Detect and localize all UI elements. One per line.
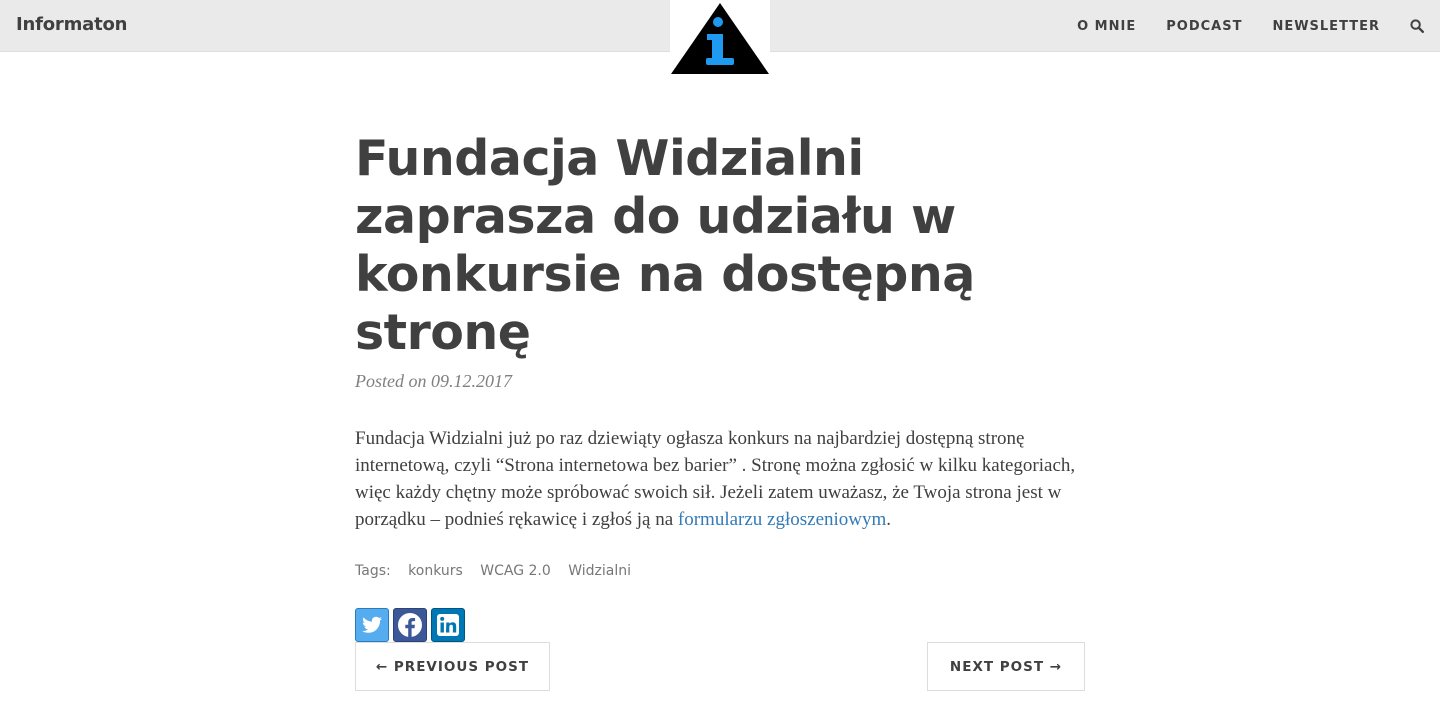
- main-nav: O MNIE PODCAST NEWSLETTER: [1047, 0, 1425, 52]
- tag-wcag[interactable]: WCAG 2.0: [480, 563, 551, 579]
- facebook-icon[interactable]: [393, 608, 427, 642]
- nav-item-o-mnie[interactable]: O MNIE: [1077, 19, 1136, 34]
- info-triangle-logo-icon: [671, 3, 769, 74]
- post-body-end: .: [886, 509, 892, 530]
- share-buttons: [355, 608, 1085, 642]
- search-icon[interactable]: [1410, 19, 1425, 34]
- linkedin-icon[interactable]: [431, 608, 465, 642]
- nav-item-podcast[interactable]: PODCAST: [1166, 19, 1242, 34]
- post-title: Fundacja Widzialni zaprasza do udziału w…: [355, 130, 975, 361]
- post-tags: Tags: konkurs WCAG 2.0 Widzialni: [355, 563, 1085, 579]
- tag-widzialni[interactable]: Widzialni: [568, 563, 631, 579]
- blog-post: Fundacja Widzialni zaprasza do udziału w…: [355, 130, 1085, 642]
- post-pager: ← PREVIOUS POST NEXT POST →: [355, 642, 1085, 691]
- post-date: Posted on 09.12.2017: [355, 371, 512, 391]
- form-link[interactable]: formularzu zgłoszeniowym: [678, 509, 886, 530]
- nav-item-newsletter[interactable]: NEWSLETTER: [1272, 19, 1380, 34]
- tag-konkurs[interactable]: konkurs: [408, 563, 463, 579]
- post-body: Fundacja Widzialni już po raz dziewiąty …: [355, 425, 1085, 533]
- site-logo[interactable]: [670, 0, 770, 76]
- twitter-icon[interactable]: [355, 608, 389, 642]
- previous-post-button[interactable]: ← PREVIOUS POST: [355, 642, 550, 691]
- tags-label: Tags:: [355, 563, 391, 579]
- brand-link[interactable]: Informaton: [16, 14, 127, 35]
- next-post-button[interactable]: NEXT POST →: [927, 642, 1085, 691]
